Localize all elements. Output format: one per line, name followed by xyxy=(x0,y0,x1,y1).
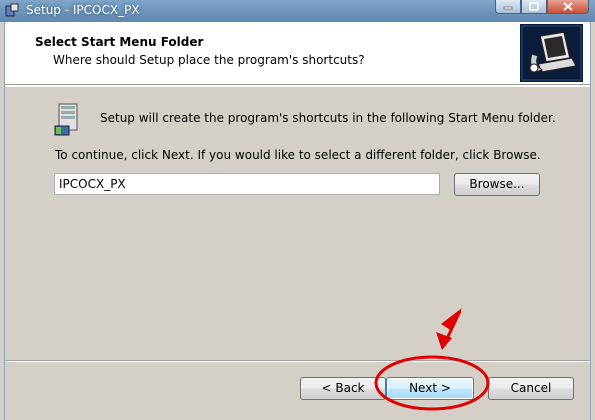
next-button[interactable]: Next > xyxy=(386,377,474,400)
header-divider xyxy=(5,85,590,87)
window-title: Setup - IPCOCX_PX xyxy=(26,3,140,17)
page-title: Select Start Menu Folder xyxy=(35,35,204,49)
start-menu-folder-icon xyxy=(54,103,78,136)
close-button[interactable] xyxy=(547,0,589,14)
page-subtitle: Where should Setup place the program's s… xyxy=(53,53,365,67)
folder-message: Setup will create the program's shortcut… xyxy=(100,111,556,125)
setup-app-icon xyxy=(5,3,19,17)
minimize-icon xyxy=(503,6,513,10)
caption-buttons xyxy=(495,0,589,15)
wizard-header: Select Start Menu Folder Where should Se… xyxy=(5,22,590,85)
maximize-button[interactable] xyxy=(521,0,547,14)
browse-button[interactable]: Browse... xyxy=(454,173,540,196)
back-button[interactable]: < Back xyxy=(300,377,386,400)
cancel-button[interactable]: Cancel xyxy=(488,377,574,400)
minimize-button[interactable] xyxy=(495,0,521,14)
computer-install-icon xyxy=(520,24,583,82)
maximize-icon xyxy=(529,2,539,11)
start-menu-folder-input[interactable] xyxy=(54,173,440,195)
title-bar[interactable]: Setup - IPCOCX_PX xyxy=(0,0,595,22)
setup-window: Select Start Menu Folder Where should Se… xyxy=(4,22,591,420)
footer-divider xyxy=(5,360,590,362)
instruction-text: To continue, click Next. If you would li… xyxy=(55,148,541,162)
close-icon xyxy=(563,2,573,11)
